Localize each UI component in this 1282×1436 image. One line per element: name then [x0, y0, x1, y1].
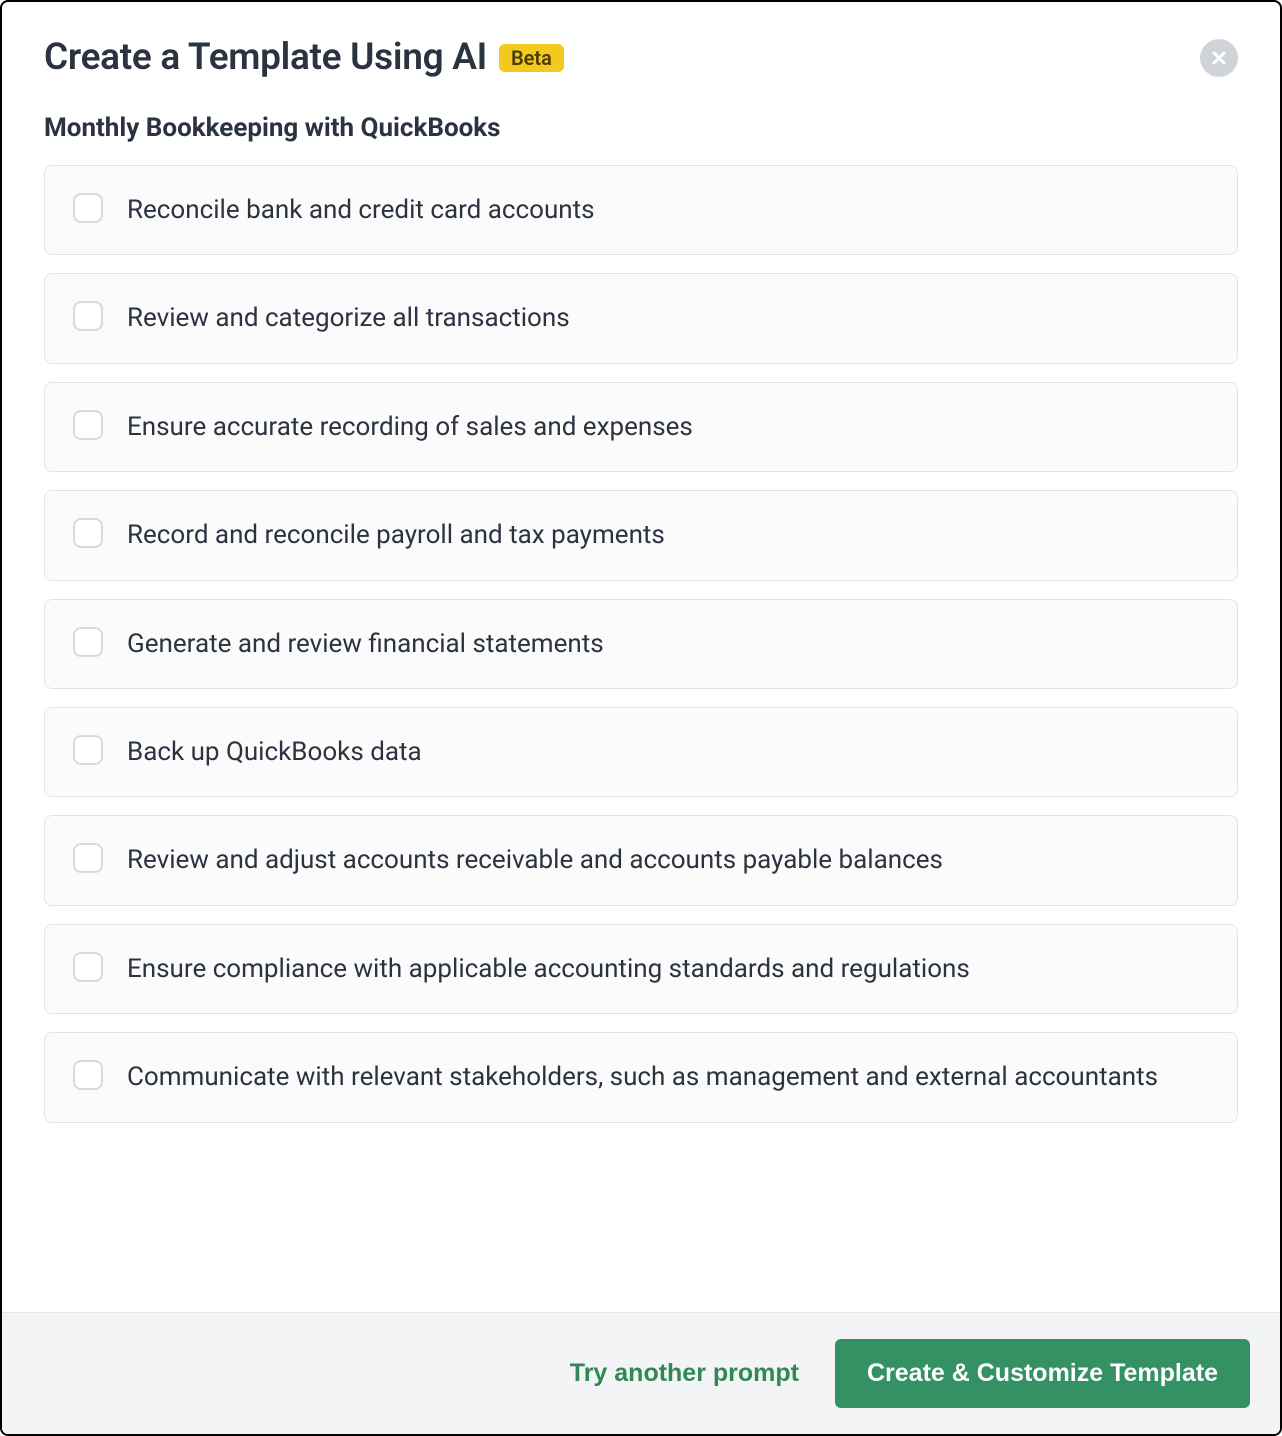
task-checkbox[interactable]: [73, 627, 103, 657]
task-label: Record and reconcile payroll and tax pay…: [127, 517, 665, 553]
task-item[interactable]: Review and adjust accounts receivable an…: [44, 815, 1238, 905]
task-item[interactable]: Generate and review financial statements: [44, 599, 1238, 689]
ai-template-modal: Create a Template Using AI Beta Monthly …: [0, 0, 1282, 1436]
task-label: Back up QuickBooks data: [127, 734, 422, 770]
task-label: Review and adjust accounts receivable an…: [127, 842, 943, 878]
task-item[interactable]: Review and categorize all transactions: [44, 273, 1238, 363]
task-label: Ensure accurate recording of sales and e…: [127, 409, 693, 445]
task-checkbox[interactable]: [73, 518, 103, 548]
modal-title: Create a Template Using AI: [44, 36, 487, 79]
task-item[interactable]: Reconcile bank and credit card accounts: [44, 165, 1238, 255]
try-another-button[interactable]: Try another prompt: [570, 1359, 799, 1388]
task-label: Ensure compliance with applicable accoun…: [127, 951, 970, 987]
task-item[interactable]: Communicate with relevant stakeholders, …: [44, 1032, 1238, 1122]
modal-body: Create a Template Using AI Beta Monthly …: [2, 2, 1280, 1312]
task-item[interactable]: Ensure accurate recording of sales and e…: [44, 382, 1238, 472]
task-checkbox[interactable]: [73, 735, 103, 765]
task-label: Communicate with relevant stakeholders, …: [127, 1059, 1158, 1095]
title-wrap: Create a Template Using AI Beta: [44, 36, 564, 79]
task-list: Reconcile bank and credit card accounts …: [44, 165, 1238, 1123]
task-checkbox[interactable]: [73, 301, 103, 331]
task-checkbox[interactable]: [73, 843, 103, 873]
create-template-button[interactable]: Create & Customize Template: [835, 1339, 1250, 1408]
close-icon: [1211, 50, 1227, 66]
task-label: Reconcile bank and credit card accounts: [127, 192, 595, 228]
modal-footer: Try another prompt Create & Customize Te…: [2, 1312, 1280, 1434]
task-checkbox[interactable]: [73, 1060, 103, 1090]
template-subtitle: Monthly Bookkeeping with QuickBooks: [44, 113, 1238, 143]
modal-header: Create a Template Using AI Beta: [44, 36, 1238, 79]
close-button[interactable]: [1200, 39, 1238, 77]
task-checkbox[interactable]: [73, 952, 103, 982]
beta-badge: Beta: [499, 44, 564, 72]
task-label: Review and categorize all transactions: [127, 300, 570, 336]
task-checkbox[interactable]: [73, 193, 103, 223]
task-item[interactable]: Record and reconcile payroll and tax pay…: [44, 490, 1238, 580]
task-checkbox[interactable]: [73, 410, 103, 440]
task-item[interactable]: Ensure compliance with applicable accoun…: [44, 924, 1238, 1014]
task-item[interactable]: Back up QuickBooks data: [44, 707, 1238, 797]
task-label: Generate and review financial statements: [127, 626, 604, 662]
